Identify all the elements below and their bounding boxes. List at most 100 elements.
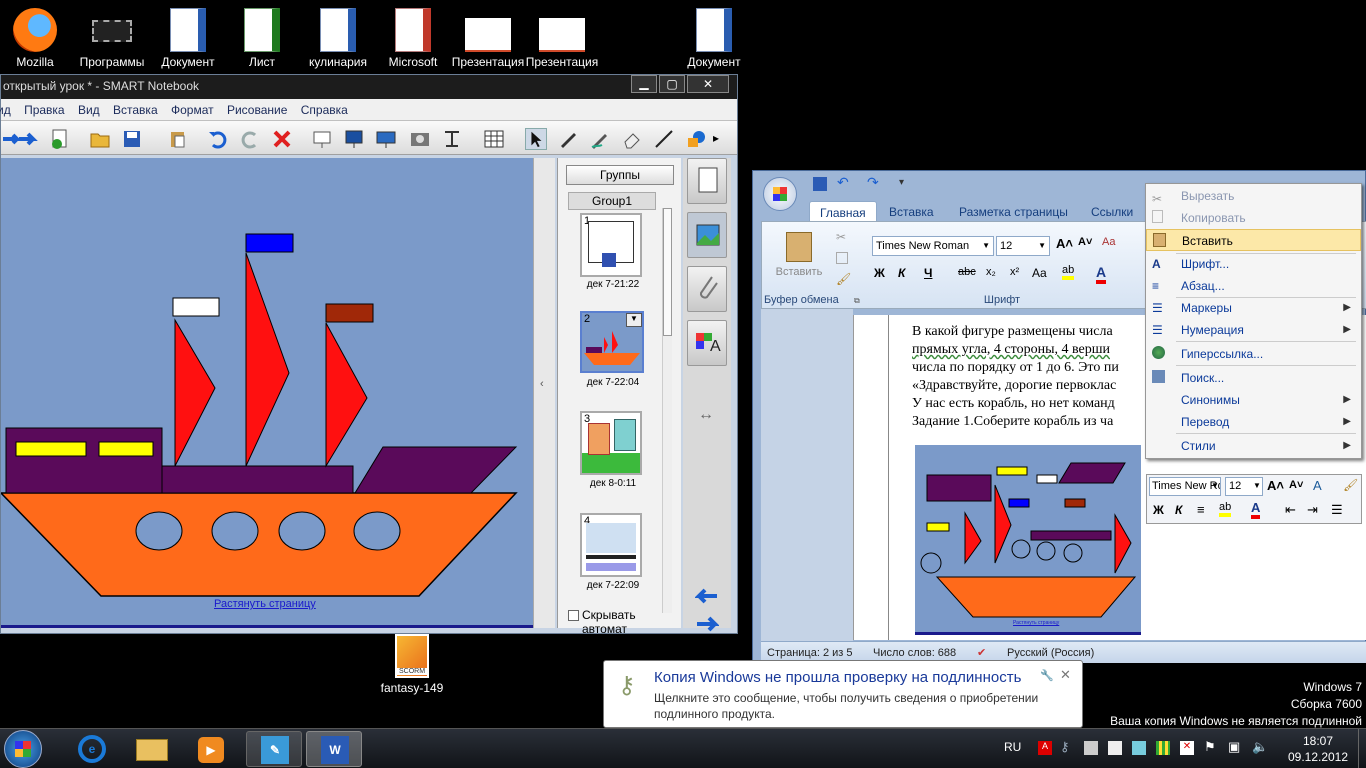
- mini-center-icon[interactable]: ≡: [1197, 502, 1205, 517]
- save-icon[interactable]: [121, 128, 143, 150]
- mini-italic-icon[interactable]: К: [1175, 503, 1182, 517]
- desktop-icon-document-2[interactable]: Документ: [674, 8, 754, 69]
- page-thumbnail-2[interactable]: 2 ▼: [580, 311, 644, 373]
- delete-icon[interactable]: [271, 128, 293, 150]
- menu-insert[interactable]: Вставка: [113, 103, 158, 117]
- flag-brown[interactable]: [325, 303, 374, 323]
- change-case-icon[interactable]: Aa: [1032, 266, 1047, 280]
- select-pointer-icon[interactable]: [525, 128, 547, 150]
- mini-size-chevron-icon[interactable]: ▼: [1253, 481, 1261, 490]
- flag-blue[interactable]: [245, 233, 294, 253]
- menu-view[interactable]: Вид: [78, 103, 100, 117]
- italic-icon[interactable]: К: [898, 266, 905, 280]
- mini-grow-font-icon[interactable]: A˄: [1267, 478, 1284, 493]
- add-page-icon[interactable]: [49, 128, 71, 150]
- capture-icon[interactable]: [409, 128, 431, 150]
- close-button[interactable]: ✕: [687, 75, 729, 93]
- tray-grid-icon[interactable]: [1156, 741, 1170, 755]
- mini-highlight-icon[interactable]: ab: [1219, 501, 1232, 517]
- move-sidebar-arrows-icon[interactable]: ↔: [698, 406, 714, 424]
- mini-shrink-font-icon[interactable]: A˅: [1289, 479, 1303, 491]
- tab-references[interactable]: Ссылки: [1091, 201, 1133, 223]
- genuine-warning-balloon[interactable]: ⚷ Копия Windows не прошла проверку на по…: [603, 660, 1083, 738]
- tray-network-icon[interactable]: ▣: [1228, 739, 1240, 755]
- desktop-icon-presentation-1[interactable]: Презентация: [448, 8, 528, 69]
- subscript-icon[interactable]: x₂: [986, 266, 996, 278]
- quick-access-chevron-icon[interactable]: ▾: [899, 177, 904, 188]
- menu-edit[interactable]: Правка: [24, 103, 65, 117]
- paste-big-button[interactable]: Вставить: [768, 228, 830, 294]
- clock[interactable]: 18:07 09.12.2012: [1278, 733, 1358, 765]
- sail-middle[interactable]: [245, 252, 290, 467]
- menu-item-paste[interactable]: Вставить: [1146, 229, 1361, 251]
- mini-bullets-icon[interactable]: ☰: [1331, 502, 1343, 518]
- underline-icon[interactable]: Ч: [924, 266, 932, 280]
- language-indicator[interactable]: RU: [1004, 740, 1021, 754]
- grow-font-icon[interactable]: A˄: [1056, 236, 1073, 251]
- desktop-icon-presentation-2[interactable]: Презентация: [522, 8, 602, 69]
- menu-item-styles[interactable]: Стили ▶: [1146, 435, 1361, 457]
- show-desktop-button[interactable]: [1358, 729, 1366, 768]
- menu-file[interactable]: ид: [0, 103, 11, 117]
- desktop-icon-sheet[interactable]: Лист: [222, 8, 302, 69]
- clipboard-dialog-launcher-icon[interactable]: ⧉: [854, 296, 860, 306]
- menu-item-cut[interactable]: ✂ Вырезать: [1146, 185, 1361, 207]
- clear-format-icon[interactable]: Aa: [1102, 236, 1115, 248]
- highlight-icon[interactable]: ab: [1062, 264, 1075, 280]
- notebook-titlebar[interactable]: открытый урок * - SMART Notebook ▁ ▢ ✕: [1, 75, 737, 99]
- page-sorter-tab[interactable]: [687, 158, 727, 204]
- font-size-select[interactable]: 12 ▼: [996, 236, 1050, 256]
- font-name-select[interactable]: Times New Roman ▼: [872, 236, 994, 256]
- desktop-icon-microsoft[interactable]: Microsoft: [373, 8, 453, 69]
- desktop-icon-programs[interactable]: Программы: [72, 8, 152, 69]
- taskbar-ie[interactable]: e: [64, 731, 120, 767]
- quick-undo-icon[interactable]: ↶: [837, 174, 849, 191]
- tray-keys-icon[interactable]: ⚷: [1060, 739, 1070, 755]
- mini-increase-indent-icon[interactable]: ⇥: [1307, 502, 1318, 518]
- shrink-font-icon[interactable]: A˅: [1078, 236, 1092, 248]
- document-camera-icon[interactable]: [441, 128, 463, 150]
- screen-shade-icon[interactable]: [311, 128, 333, 150]
- open-folder-icon[interactable]: [89, 128, 111, 150]
- sorter-scrollbar[interactable]: [662, 208, 672, 613]
- groups-button[interactable]: Группы: [566, 165, 674, 185]
- gallery-tab[interactable]: [687, 212, 727, 258]
- ship-cabin[interactable]: [5, 427, 163, 494]
- taskbar-explorer[interactable]: [124, 731, 180, 767]
- menu-item-translate[interactable]: Перевод ▶: [1146, 411, 1361, 433]
- shapes-icon[interactable]: [685, 128, 707, 150]
- menu-item-research[interactable]: Поиск...: [1146, 367, 1361, 389]
- bold-icon[interactable]: Ж: [874, 266, 885, 280]
- menu-item-font[interactable]: A Шрифт...: [1146, 253, 1361, 275]
- tray-app-icon[interactable]: [1084, 741, 1098, 755]
- ship-deck[interactable]: [161, 465, 354, 494]
- strikethrough-icon[interactable]: abc: [958, 266, 976, 278]
- undo-icon[interactable]: [207, 128, 229, 150]
- menu-item-paragraph[interactable]: ≡ Абзац...: [1146, 275, 1361, 297]
- superscript-icon[interactable]: x²: [1010, 266, 1019, 278]
- auto-hide-checkbox[interactable]: [568, 610, 579, 621]
- tray-acrobat-icon[interactable]: A: [1038, 741, 1052, 755]
- format-painter-icon[interactable]: 🖌: [836, 272, 851, 286]
- sidebar-back-arrow-icon[interactable]: [695, 588, 719, 604]
- balloon-close-icon[interactable]: ✕: [1060, 667, 1071, 683]
- tray-display-icon[interactable]: [1108, 741, 1122, 755]
- mini-font-chevron-icon[interactable]: ▼: [1211, 481, 1219, 490]
- embedded-ship-image[interactable]: Растянуть страницу: [915, 445, 1141, 635]
- menu-item-copy[interactable]: Копировать: [1146, 207, 1361, 229]
- tray-action-center-flag-icon[interactable]: ⚑: [1204, 739, 1216, 755]
- tab-insert[interactable]: Вставка: [889, 201, 934, 223]
- mini-format-painter-icon[interactable]: 🖌: [1343, 478, 1358, 492]
- cut-icon[interactable]: ✂: [836, 230, 846, 244]
- tray-volume-icon[interactable]: 🔈: [1252, 739, 1268, 755]
- taskbar-smart-notebook[interactable]: ✎: [246, 731, 302, 767]
- mini-font-color-icon[interactable]: A: [1251, 500, 1261, 519]
- ship-hull[interactable]: [1, 492, 518, 597]
- desktop-icon-fantasy[interactable]: SCORM fantasy-149: [372, 634, 452, 695]
- page-thumbnail-3[interactable]: 3: [580, 411, 642, 475]
- forward-arrow-icon[interactable]: [17, 128, 39, 150]
- group-label[interactable]: Group1: [568, 192, 656, 210]
- desktop-icon-document[interactable]: Документ: [148, 8, 228, 69]
- page-thumbnail-1[interactable]: 1: [580, 213, 642, 277]
- stretch-page-link[interactable]: Растянуть страницу: [214, 598, 316, 610]
